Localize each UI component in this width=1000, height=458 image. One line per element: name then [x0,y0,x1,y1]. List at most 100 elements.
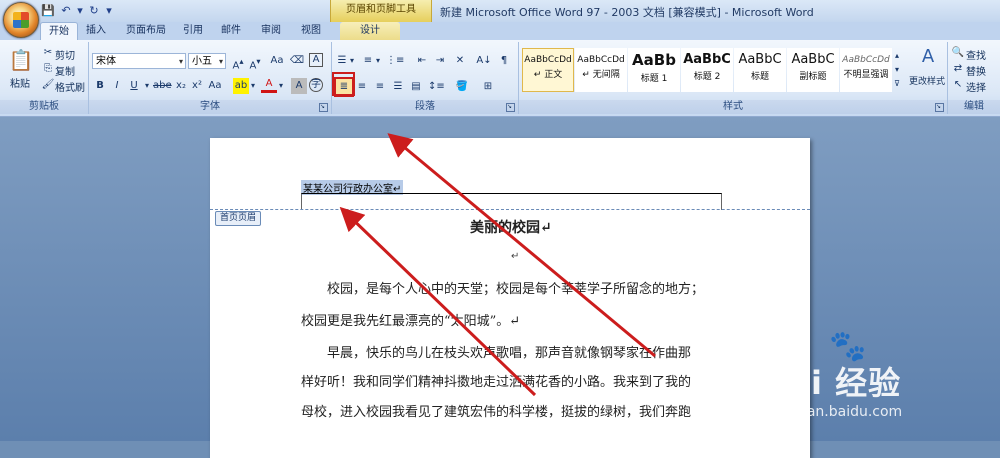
enclose-char-icon[interactable]: 字 [309,78,323,92]
font-dialog-launcher-icon[interactable]: ↘ [319,103,328,112]
undo-icon[interactable]: ↶ [58,3,74,19]
align-right-icon[interactable]: ≡ [372,79,388,95]
highlight-icon[interactable]: ab [233,78,249,94]
empty-paragraph-mark: ↵ [511,251,520,262]
paragraph-line[interactable]: 样好听！我和同学们精神抖擞地走过洒满花香的小路。我来到了我的 [301,370,723,396]
cut-button[interactable]: 剪切 [55,47,75,62]
style-heading-1[interactable]: AaBb 标题 1 [628,48,680,92]
change-styles-button[interactable]: 更改样式 [909,74,945,87]
bullets-dropdown-icon[interactable]: ▾ [348,53,356,69]
font-color-icon[interactable]: A [261,78,277,93]
find-icon[interactable]: 🔍 [950,45,966,61]
bold-icon[interactable]: B [92,78,108,94]
change-styles-icon[interactable]: A [919,48,937,66]
subscript-icon[interactable]: x₂ [173,78,189,94]
paste-icon[interactable]: 📋 [8,46,34,74]
increase-indent-icon[interactable]: ⇥ [432,53,448,69]
find-button[interactable]: 查找 [966,47,986,62]
format-painter-button[interactable]: 格式刷 [55,79,85,94]
office-button[interactable] [3,2,39,38]
paragraph-line[interactable]: 校园更是我先红最漂亮的“太阳城”。↵ [301,309,723,335]
document-title[interactable]: 美丽的校园↵ [470,217,552,237]
style-no-spacing[interactable]: AaBbCcDd ↵ 无间隔 [575,48,627,92]
select-icon[interactable]: ↖ [950,77,966,93]
style-title[interactable]: AaBbC 标题 [734,48,786,92]
header-boundary [210,209,810,210]
redo-icon[interactable]: ↻ [86,3,102,19]
style-subtle-emphasis[interactable]: AaBbCcDd 不明显强调 [840,48,892,92]
tab-home[interactable]: 开始 [40,22,78,41]
paragraph-group: ☰ ▾ ≡ ▾ ⋮≡ ⇤ ⇥ ✕ A↓ ¶ ≣ ≡ ≡ ☰ ▤ ↕≡ 🪣 ⊞ 段… [332,42,519,114]
font-color-dropdown-icon[interactable]: ▾ [277,78,285,94]
undo-dropdown-icon[interactable]: ▾ [76,3,84,19]
tab-review[interactable]: 审阅 [256,22,286,40]
baidu-watermark: 🐾 Bai 经验 jingyan.baidu.com [763,330,993,430]
italic-icon[interactable]: I [109,78,125,94]
justify-icon[interactable]: ☰ [390,79,406,95]
line-spacing-icon[interactable]: ↕≡ [428,79,445,95]
select-button[interactable]: 选择 [966,79,986,94]
font-size-value: 小五 [192,56,212,67]
tab-references[interactable]: 引用 [178,22,208,40]
align-left-icon[interactable]: ≣ [334,77,354,97]
borders-icon[interactable]: ⊞ [480,79,496,95]
office-logo-icon [13,12,29,28]
clear-format-icon[interactable]: ⌫ [289,53,305,69]
format-painter-icon[interactable]: 🖌 [40,77,56,93]
change-case-icon[interactable]: Aa [269,53,285,69]
style-name: ↵ 无间隔 [582,70,620,80]
underline-icon[interactable]: U [126,78,142,94]
sort-icon[interactable]: A↓ [476,53,492,69]
char-border-icon[interactable]: A [309,53,323,67]
tab-design[interactable]: 设计 [340,22,400,40]
style-sample: AaBbC [738,52,782,67]
replace-icon[interactable]: ⇄ [950,61,966,77]
distributed-icon[interactable]: ▤ [408,79,424,95]
paragraph-line[interactable]: 早晨，快乐的鸟儿在枝头欢声歌唱，那声音就像钢琴家在作曲那 [301,341,723,367]
styles-dialog-launcher-icon[interactable]: ↘ [935,103,944,112]
align-center-icon[interactable]: ≡ [354,79,370,95]
grow-font-icon[interactable]: A▴ [230,53,246,71]
font-group: 宋体 ▾ 小五 ▾ A▴ A▾ Aa ⌫ A B I U ▾ abe x₂ x² A… [89,42,332,114]
tab-view[interactable]: 视图 [296,22,326,40]
copy-button[interactable]: 复制 [55,63,75,78]
tab-page-layout[interactable]: 页面布局 [118,22,174,40]
paragraph-line[interactable]: 母校，进入校园我看见了建筑宏伟的科学楼，挺拔的绿树，我们奔跑 [301,400,723,426]
editing-group: 🔍 查找 ⇄ 替换 ↖ 选择 编辑 [948,42,1000,114]
numbering-dropdown-icon[interactable]: ▾ [374,53,382,69]
title-bar: 💾 ↶ ▾ ↻ ▾ 页眉和页脚工具 新建 Microsoft Office Wo… [0,0,1000,22]
font-size-combo[interactable]: 小五 ▾ [188,53,226,69]
quick-access-toolbar: 💾 ↶ ▾ ↻ ▾ [40,3,114,19]
cut-icon[interactable]: ✂ [40,45,56,61]
underline-dropdown-icon[interactable]: ▾ [143,78,151,94]
change-case-icon-2[interactable]: Aa [207,78,223,94]
show-marks-icon[interactable]: ¶ [496,53,512,69]
copy-icon[interactable]: ⎘ [40,61,56,77]
style-name: 不明显强调 [843,70,889,80]
decrease-indent-icon[interactable]: ⇤ [414,53,430,69]
styles-more-icon[interactable]: ⊽ [893,76,901,92]
superscript-icon[interactable]: x² [189,78,205,94]
style-subtitle[interactable]: AaBbC 副标题 [787,48,839,92]
shading-icon[interactable]: 🪣 [454,79,470,95]
style-normal[interactable]: AaBbCcDd ↵ 正文 [522,48,574,92]
shrink-font-icon[interactable]: A▾ [247,53,263,71]
style-sample: AaBbC [791,52,835,67]
first-page-header-tag: 首页页眉 [215,211,262,226]
strikethrough-icon[interactable]: abe [153,78,172,94]
paragraph-dialog-launcher-icon[interactable]: ↘ [506,103,515,112]
tab-insert[interactable]: 插入 [80,22,112,40]
chinese-layout-icon[interactable]: ✕ [452,53,468,69]
multilevel-list-icon[interactable]: ⋮≡ [386,53,404,69]
char-shading-icon[interactable]: A [291,78,307,94]
tab-mailings[interactable]: 邮件 [216,22,246,40]
replace-button[interactable]: 替换 [966,63,986,78]
paragraph-line[interactable]: 校园，是每个人心中的天堂；校园是每个莘莘学子所留念的地方； [301,277,723,303]
save-icon[interactable]: 💾 [40,3,56,19]
highlight-dropdown-icon[interactable]: ▾ [249,78,257,94]
font-name-combo[interactable]: 宋体 ▾ [92,53,186,69]
style-heading-2[interactable]: AaBbC 标题 2 [681,48,733,92]
paste-label[interactable]: 粘贴 [10,75,30,90]
style-sample: AaBb [632,51,676,69]
customize-qat-icon[interactable]: ▾ [104,3,114,19]
